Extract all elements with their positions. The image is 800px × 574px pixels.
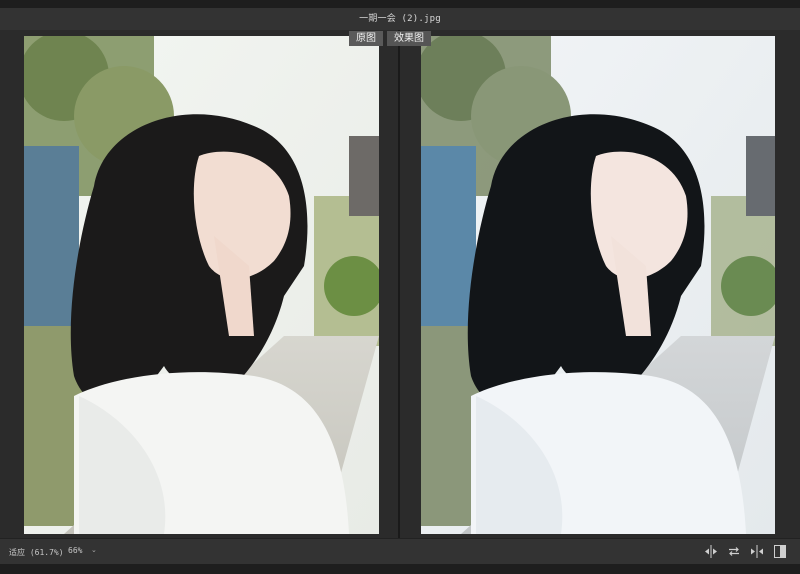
view-tools [705,545,786,558]
window-bottom-edge [0,564,800,574]
result-photo [421,36,775,534]
fit-zoom-label[interactable]: 适应 (61.7%) [9,547,64,558]
original-image-panel[interactable] [24,36,379,534]
swap-icon[interactable] [728,545,740,558]
original-photo [24,36,379,534]
title-bar: 一期一会 (2).jpg [0,8,800,30]
result-image-panel[interactable] [421,36,775,534]
compare-labels: 原图 效果图 [349,31,431,46]
zoom-value: 66% [68,546,83,555]
result-label[interactable]: 效果图 [387,31,431,46]
document-title: 一期一会 (2).jpg [359,14,441,24]
split-horizontal-icon[interactable] [751,545,763,558]
chevron-down-icon: ⌄ [91,546,97,554]
status-bar: 适应 (61.7%) 66% ⌄ [0,538,800,565]
single-view-icon[interactable] [774,545,786,558]
window-top-edge [0,0,800,8]
split-divider[interactable] [398,30,400,538]
split-vertical-icon[interactable] [705,545,717,558]
zoom-select[interactable]: 66% ⌄ [68,546,97,558]
original-label[interactable]: 原图 [349,31,383,46]
